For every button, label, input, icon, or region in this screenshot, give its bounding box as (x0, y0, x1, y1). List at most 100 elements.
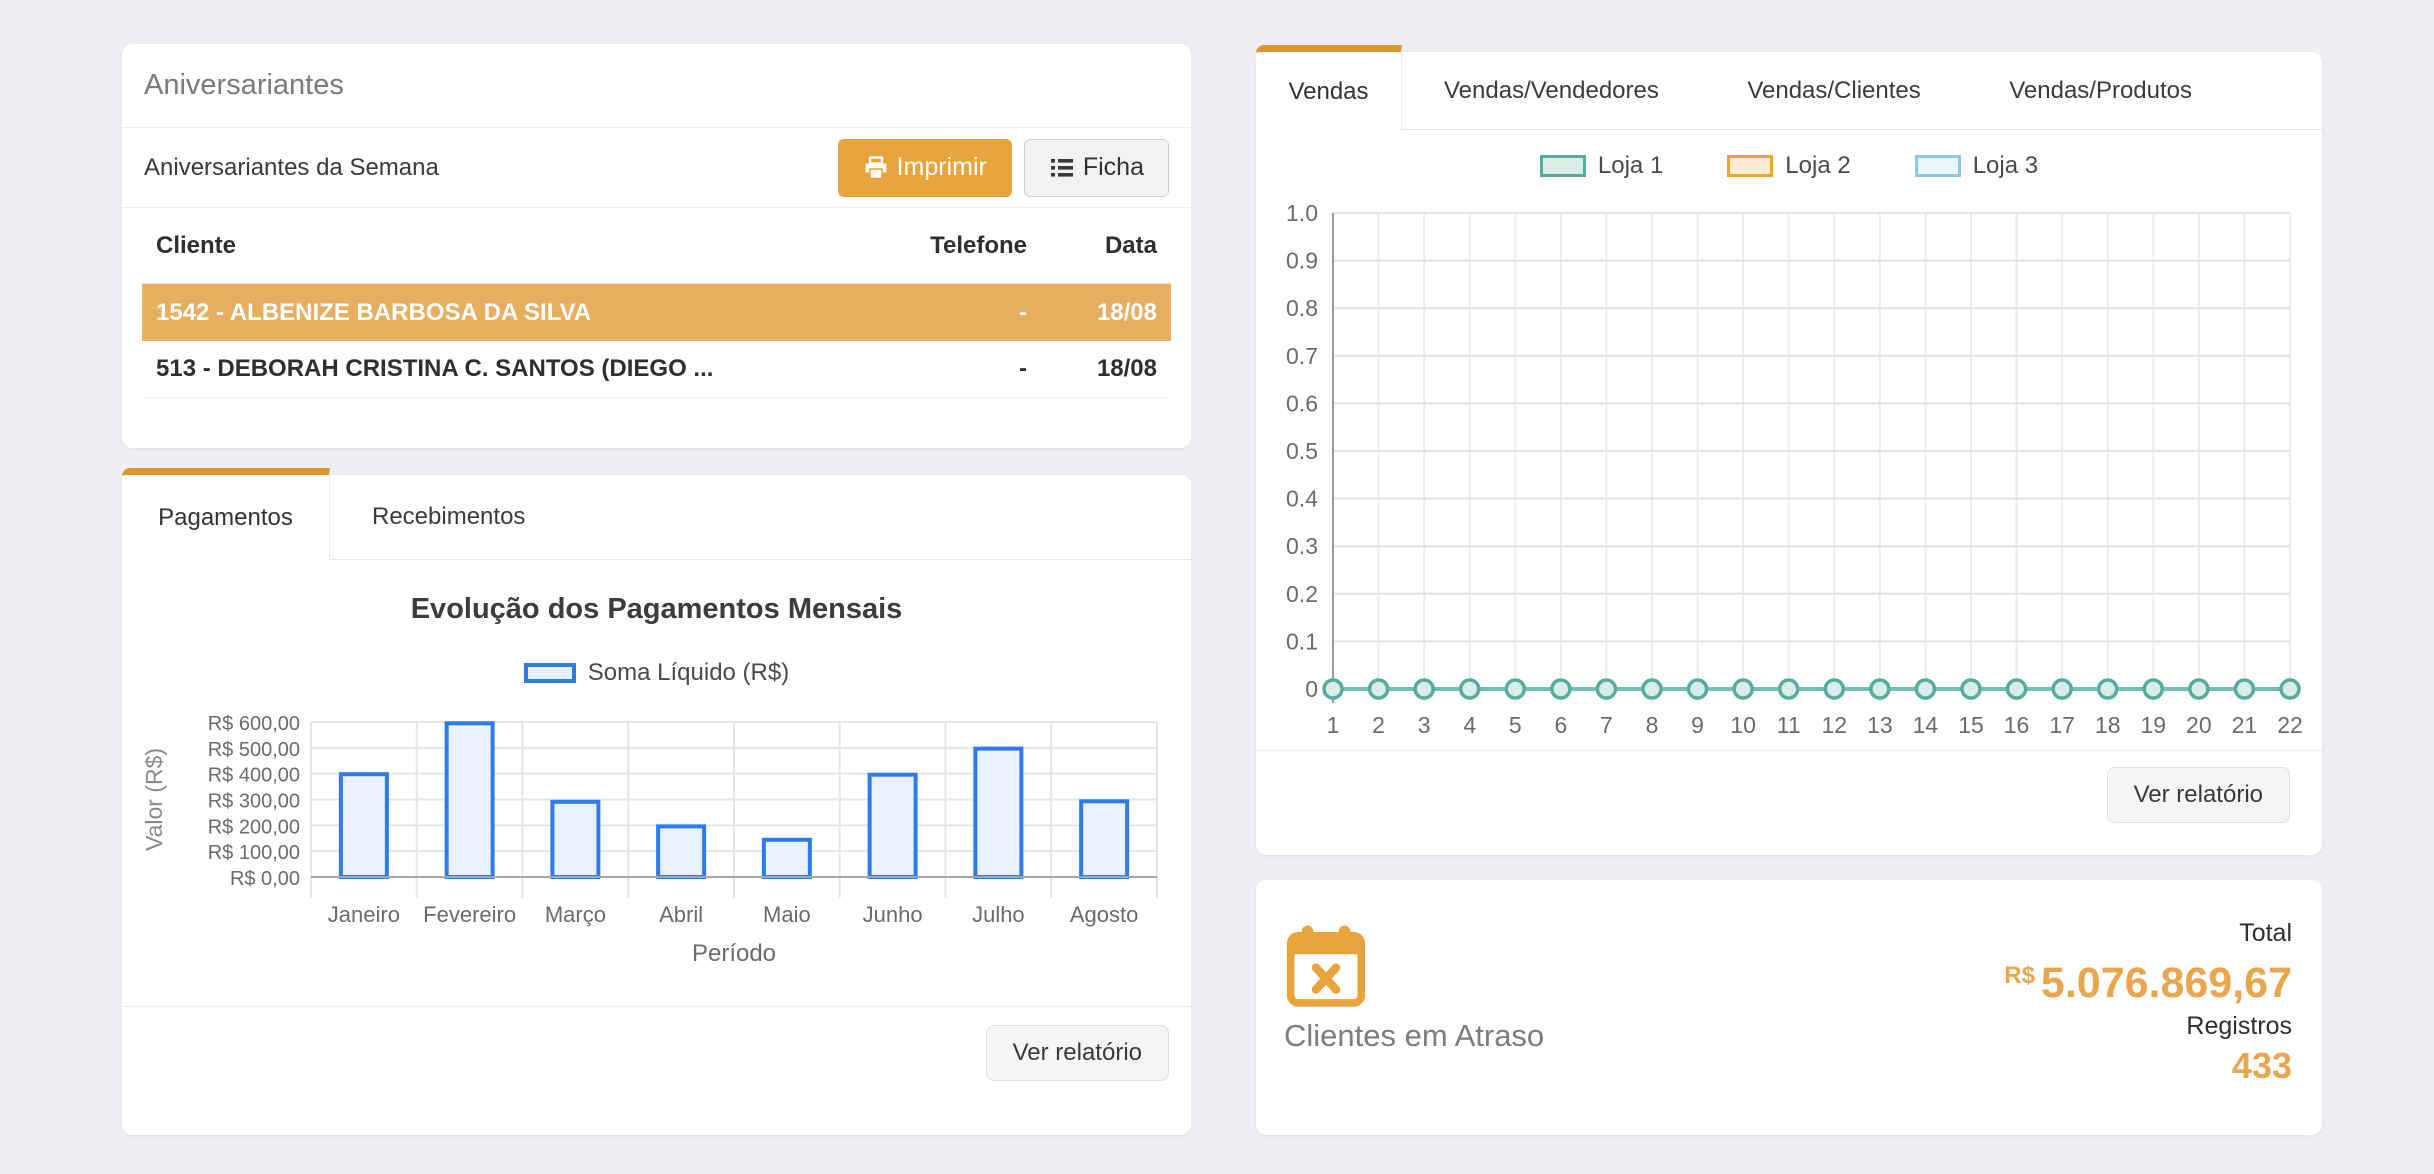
clientes-atraso-card: Clientes em Atraso Total R$5.076.869,67 … (1256, 880, 2322, 1135)
col-header-telefone: Telefone (857, 232, 1027, 260)
tab-vendas-vendedores[interactable]: Vendas/Vendedores (1402, 52, 1701, 129)
svg-text:0.6: 0.6 (1286, 390, 1318, 416)
svg-text:0.5: 0.5 (1286, 438, 1318, 464)
pagamentos-tabstrip: Pagamentos Recebimentos (122, 475, 1191, 560)
svg-text:20: 20 (2186, 712, 2212, 738)
pagamentos-footer: Ver relatório (122, 1006, 1191, 1099)
dashboard: Aniversariantes Aniversariantes da Seman… (0, 0, 2434, 1174)
cell-data: 18/08 (1027, 299, 1157, 327)
legend-swatch-loja2 (1727, 155, 1773, 177)
card-title: Aniversariantes (144, 69, 344, 102)
vendas-tabstrip: Vendas Vendas/Vendedores Vendas/Clientes… (1256, 52, 2322, 130)
svg-text:15: 15 (1958, 712, 1984, 738)
line-chart-legend: Loja 1 Loja 2 Loja 3 (1256, 152, 2322, 180)
legend-label: Loja 2 (1785, 152, 1850, 180)
cell-data: 18/08 (1027, 355, 1157, 383)
svg-text:R$ 100,00: R$ 100,00 (208, 842, 300, 864)
svg-text:21: 21 (2232, 712, 2258, 738)
svg-text:R$ 500,00: R$ 500,00 (208, 739, 300, 761)
subtitle: Aniversariantes da Semana (144, 154, 838, 182)
legend-swatch-loja3 (1915, 155, 1961, 177)
vendas-footer: Ver relatório (1256, 750, 2322, 839)
svg-text:Janeiro: Janeiro (328, 902, 400, 927)
aniversariantes-sub-header: Aniversariantes da Semana Imprimir Ficha (122, 128, 1191, 208)
imprimir-label: Imprimir (897, 153, 987, 182)
svg-text:8: 8 (1646, 712, 1659, 738)
svg-text:0.3: 0.3 (1286, 533, 1318, 559)
aniversariantes-card: Aniversariantes Aniversariantes da Seman… (122, 44, 1191, 448)
col-header-cliente: Cliente (156, 232, 857, 260)
svg-text:1.0: 1.0 (1286, 200, 1318, 226)
svg-text:2: 2 (1372, 712, 1385, 738)
cell-cliente: 513 - DEBORAH CRISTINA C. SANTOS (DIEGO … (156, 355, 857, 383)
svg-text:Abril: Abril (659, 902, 703, 927)
bar-chart-title: Evolução dos Pagamentos Mensais (122, 593, 1191, 626)
clientes-atraso-title: Clientes em Atraso (1284, 1018, 1544, 1054)
svg-text:19: 19 (2140, 712, 2166, 738)
pagamentos-bar-chart: R$ 0,00 R$ 100,00 R$ 200,00 R$ 300,00 R$ 400… (122, 703, 1191, 983)
svg-text:4: 4 (1463, 712, 1476, 738)
svg-text:R$ 0,00: R$ 0,00 (230, 868, 300, 890)
svg-text:5: 5 (1509, 712, 1522, 738)
table-row[interactable]: 513 - DEBORAH CRISTINA C. SANTOS (DIEGO … (142, 341, 1171, 398)
tab-pagamentos[interactable]: Pagamentos (122, 468, 330, 561)
pagamentos-card: Pagamentos Recebimentos Evolução dos Pag… (122, 475, 1191, 1135)
svg-text:0.2: 0.2 (1286, 581, 1318, 607)
currency: R$ (2004, 962, 2035, 989)
svg-text:22: 22 (2277, 712, 2303, 738)
svg-text:Julho: Julho (972, 902, 1025, 927)
cell-telefone: - (857, 355, 1027, 383)
vendas-line-chart: 00.10.20.30.40.50.60.70.80.91.0123456789… (1256, 197, 2322, 745)
svg-text:R$ 400,00: R$ 400,00 (208, 765, 300, 787)
aniversariantes-table: Cliente Telefone Data 1542 - ALBENIZE BA… (122, 208, 1191, 398)
svg-text:11: 11 (1777, 712, 1801, 738)
svg-text:Período: Período (692, 940, 776, 967)
ver-relatorio-button[interactable]: Ver relatório (2107, 767, 2290, 823)
svg-text:0: 0 (1305, 676, 1318, 702)
legend-label: Loja 1 (1598, 152, 1663, 180)
svg-text:0.1: 0.1 (1286, 628, 1318, 654)
table-header: Cliente Telefone Data (142, 208, 1171, 284)
svg-text:1: 1 (1327, 712, 1340, 738)
ficha-button[interactable]: Ficha (1024, 139, 1169, 197)
svg-text:0.8: 0.8 (1286, 295, 1318, 321)
imprimir-button[interactable]: Imprimir (838, 139, 1012, 197)
total-label: Total (2004, 916, 2292, 950)
tab-vendas[interactable]: Vendas (1256, 45, 1402, 131)
table-row[interactable]: 1542 - ALBENIZE BARBOSA DA SILVA - 18/08 (142, 284, 1171, 341)
svg-text:R$ 300,00: R$ 300,00 (208, 791, 300, 813)
svg-text:R$ 600,00: R$ 600,00 (208, 713, 300, 735)
svg-text:R$ 200,00: R$ 200,00 (208, 816, 300, 838)
registros-label: Registros (2004, 1009, 2292, 1043)
svg-text:16: 16 (2004, 712, 2030, 738)
legend-label: Soma Líquido (R$) (588, 659, 789, 687)
svg-text:Março: Março (545, 902, 606, 927)
calendar-times-icon (1284, 924, 1368, 1013)
svg-text:6: 6 (1554, 712, 1567, 738)
cell-telefone: - (857, 299, 1027, 327)
ficha-label: Ficha (1083, 153, 1144, 182)
svg-text:14: 14 (1913, 712, 1939, 738)
col-header-data: Data (1027, 232, 1157, 260)
svg-text:Maio: Maio (763, 902, 811, 927)
svg-text:Agosto: Agosto (1070, 902, 1139, 927)
svg-text:9: 9 (1691, 712, 1704, 738)
svg-text:0.9: 0.9 (1286, 248, 1318, 274)
registros-value: 433 (2004, 1043, 2292, 1089)
svg-text:0.4: 0.4 (1286, 486, 1318, 512)
card-header: Aniversariantes (122, 44, 1191, 128)
svg-text:7: 7 (1600, 712, 1613, 738)
svg-text:0.7: 0.7 (1286, 343, 1318, 369)
tab-vendas-produtos[interactable]: Vendas/Produtos (1967, 52, 2234, 129)
svg-text:13: 13 (1867, 712, 1893, 738)
bar-chart-legend: Soma Líquido (R$) (122, 659, 1191, 687)
svg-text:10: 10 (1730, 712, 1756, 738)
svg-text:Fevereiro: Fevereiro (423, 902, 516, 927)
svg-text:12: 12 (1821, 712, 1847, 738)
svg-text:18: 18 (2095, 712, 2121, 738)
list-icon (1049, 155, 1075, 181)
ver-relatorio-button[interactable]: Ver relatório (986, 1025, 1169, 1081)
tab-vendas-clientes[interactable]: Vendas/Clientes (1705, 52, 1962, 129)
svg-text:Valor (R$): Valor (R$) (141, 748, 167, 851)
tab-recebimentos[interactable]: Recebimentos (330, 475, 567, 559)
